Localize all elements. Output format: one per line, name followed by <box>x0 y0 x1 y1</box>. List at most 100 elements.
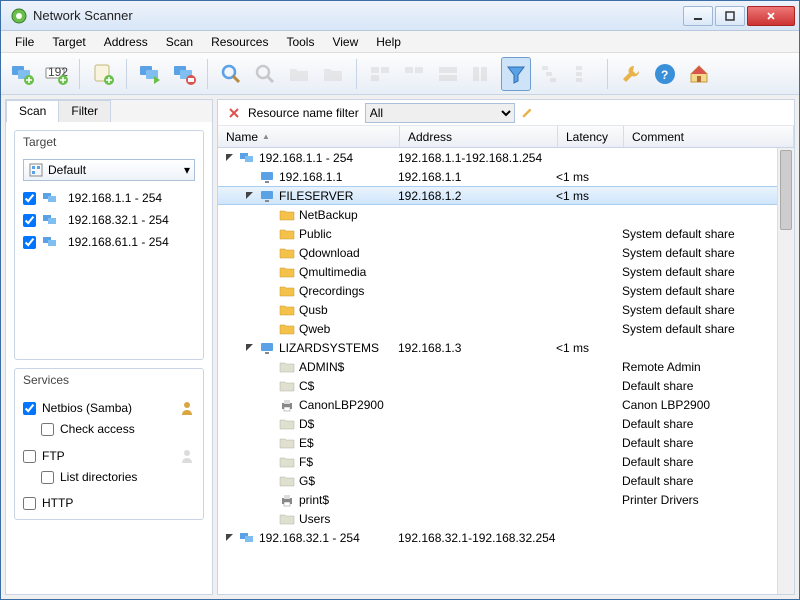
target-range-0-label: 192.168.1.1 - 254 <box>68 191 162 205</box>
toolbar: 192.x.x ? <box>1 53 799 95</box>
scrollbar-thumb[interactable] <box>780 150 792 230</box>
tb-add-ip[interactable]: 192.x.x <box>41 57 71 91</box>
service-http-check[interactable] <box>23 497 36 510</box>
vertical-scrollbar[interactable] <box>777 148 794 594</box>
service-checkaccess-label: Check access <box>60 422 135 436</box>
tree-row[interactable]: QrecordingsSystem default share <box>218 281 794 300</box>
tb-help[interactable]: ? <box>650 57 680 91</box>
target-range-2[interactable]: 192.168.61.1 - 254 <box>23 231 195 253</box>
target-label: Target <box>15 131 203 153</box>
menu-file[interactable]: File <box>7 33 42 51</box>
tree-row[interactable]: E$Default share <box>218 433 794 452</box>
menu-address[interactable]: Address <box>96 33 156 51</box>
menu-tools[interactable]: Tools <box>278 33 322 51</box>
tb-tree-2[interactable] <box>569 57 599 91</box>
menu-scan[interactable]: Scan <box>158 33 201 51</box>
tb-group-3[interactable] <box>433 57 463 91</box>
menu-resources[interactable]: Resources <box>203 33 276 51</box>
close-button[interactable] <box>747 6 795 26</box>
user-icon <box>179 400 195 416</box>
filter-bar: Resource name filter All <box>218 100 794 126</box>
tree-row[interactable]: print$Printer Drivers <box>218 490 794 509</box>
tb-home[interactable] <box>684 57 714 91</box>
tb-wrench[interactable] <box>616 57 646 91</box>
results-tree[interactable]: 192.168.1.1 - 254192.168.1.1-192.168.1.2… <box>218 148 794 594</box>
app-window: Network Scanner File Target Address Scan… <box>0 0 800 600</box>
service-http[interactable]: HTTP <box>23 493 195 513</box>
tb-folder-2[interactable] <box>318 57 348 91</box>
user-icon-dim <box>179 448 195 464</box>
service-netbios-label: Netbios (Samba) <box>42 401 132 415</box>
target-range-1-label: 192.168.32.1 - 254 <box>68 213 169 227</box>
tb-monitors-stop[interactable] <box>169 57 199 91</box>
tb-group-2[interactable] <box>399 57 429 91</box>
tree-row[interactable]: 192.168.32.1 - 254192.168.32.1-192.168.3… <box>218 528 794 547</box>
tree-row[interactable]: QmultimediaSystem default share <box>218 262 794 281</box>
target-range-2-label: 192.168.61.1 - 254 <box>68 235 169 249</box>
target-combo-icon <box>28 162 44 178</box>
maximize-button[interactable] <box>715 6 745 26</box>
minimize-button[interactable] <box>683 6 713 26</box>
tab-scan[interactable]: Scan <box>6 100 59 122</box>
tree-row[interactable]: Users <box>218 509 794 528</box>
tb-group-4[interactable] <box>467 57 497 91</box>
menu-help[interactable]: Help <box>368 33 409 51</box>
tb-tree-1[interactable] <box>535 57 565 91</box>
tree-row[interactable]: LIZARDSYSTEMS192.168.1.3<1 ms <box>218 338 794 357</box>
target-range-1[interactable]: 192.168.32.1 - 254 <box>23 209 195 231</box>
target-range-2-check[interactable] <box>23 236 36 249</box>
tb-scroll-add[interactable] <box>88 57 118 91</box>
monitors-icon <box>42 190 58 206</box>
tb-add-monitors[interactable] <box>7 57 37 91</box>
clear-filter-button[interactable] <box>226 105 242 121</box>
tb-folder-1[interactable] <box>284 57 314 91</box>
tb-search-2[interactable] <box>250 57 280 91</box>
service-netbios[interactable]: Netbios (Samba) <box>23 397 195 419</box>
service-checkaccess[interactable]: Check access <box>23 419 195 439</box>
service-netbios-check[interactable] <box>23 402 36 415</box>
service-listdirs[interactable]: List directories <box>23 467 195 487</box>
services-group: Services Netbios (Samba) Check access FT… <box>14 368 204 520</box>
tree-row[interactable]: F$Default share <box>218 452 794 471</box>
menu-target[interactable]: Target <box>44 33 93 51</box>
service-checkaccess-check[interactable] <box>41 423 54 436</box>
col-name[interactable]: Name▲ <box>218 126 400 147</box>
tree-row[interactable]: G$Default share <box>218 471 794 490</box>
service-ftp[interactable]: FTP <box>23 445 195 467</box>
tree-row[interactable]: CanonLBP2900Canon LBP2900 <box>218 395 794 414</box>
tree-row[interactable]: D$Default share <box>218 414 794 433</box>
tb-group-1[interactable] <box>365 57 395 91</box>
service-listdirs-check[interactable] <box>41 471 54 484</box>
service-http-label: HTTP <box>42 496 73 510</box>
target-combo[interactable]: Default ▾ <box>23 159 195 181</box>
col-latency[interactable]: Latency <box>558 126 624 147</box>
tree-row[interactable]: C$Default share <box>218 376 794 395</box>
tree-row[interactable]: 192.168.1.1 - 254192.168.1.1-192.168.1.2… <box>218 148 794 167</box>
filter-select[interactable]: All <box>365 103 515 123</box>
col-comment[interactable]: Comment <box>624 126 794 147</box>
tb-search[interactable] <box>216 57 246 91</box>
tree-row[interactable]: NetBackup <box>218 205 794 224</box>
target-range-0-check[interactable] <box>23 192 36 205</box>
edit-filter-button[interactable] <box>521 105 537 121</box>
left-panel: Scan Filter Target Default ▾ 192.168.1.1… <box>5 99 213 595</box>
monitors-icon <box>42 212 58 228</box>
tree-row[interactable]: QdownloadSystem default share <box>218 243 794 262</box>
tree-row[interactable]: FILESERVER192.168.1.2<1 ms <box>218 186 794 205</box>
services-label: Services <box>15 369 203 391</box>
tree-row[interactable]: QusbSystem default share <box>218 300 794 319</box>
tree-row[interactable]: PublicSystem default share <box>218 224 794 243</box>
tab-filter[interactable]: Filter <box>58 100 111 122</box>
service-ftp-check[interactable] <box>23 450 36 463</box>
tb-funnel[interactable] <box>501 57 531 91</box>
tree-row[interactable]: QwebSystem default share <box>218 319 794 338</box>
target-range-1-check[interactable] <box>23 214 36 227</box>
tree-row[interactable]: ADMIN$Remote Admin <box>218 357 794 376</box>
col-address[interactable]: Address <box>400 126 558 147</box>
target-range-0[interactable]: 192.168.1.1 - 254 <box>23 187 195 209</box>
tree-row[interactable]: 192.168.1.1192.168.1.1<1 ms <box>218 167 794 186</box>
menu-view[interactable]: View <box>324 33 366 51</box>
svg-text:?: ? <box>661 68 668 82</box>
column-headers: Name▲ Address Latency Comment <box>218 126 794 148</box>
tb-monitors-play[interactable] <box>135 57 165 91</box>
